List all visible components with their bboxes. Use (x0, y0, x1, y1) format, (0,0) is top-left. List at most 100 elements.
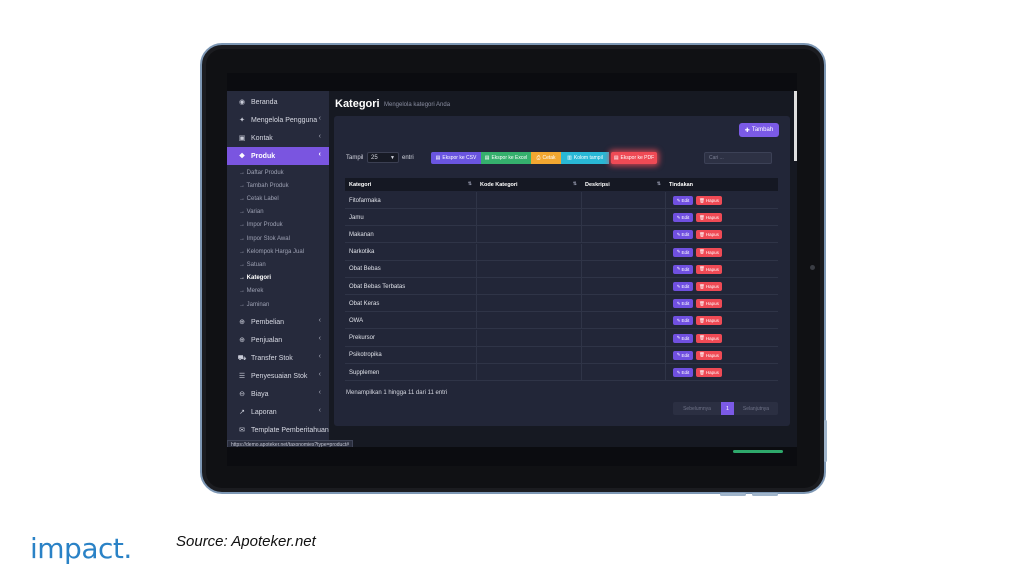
table-row: Obat Bebas Terbatas ✎ Edit 🗑 Hapus (345, 278, 778, 295)
delete-label: Hapus (705, 198, 719, 203)
edit-button[interactable]: ✎ Edit (673, 299, 693, 309)
pagination-next[interactable]: Selanjutnya (734, 402, 778, 415)
edit-button[interactable]: ✎ Edit (673, 350, 693, 360)
export-excel-label: Ekspor ke Excel (491, 155, 528, 161)
sidebar-item-biaya[interactable]: ⊖ Biaya ‹ (227, 385, 329, 403)
column-divider (581, 226, 582, 244)
export-pdf-label: Ekspor ke PDF (620, 155, 655, 161)
page-size-select[interactable]: 25 ▼ (367, 152, 399, 163)
sidebar-item-produk[interactable]: ❖ Produk ‹ (227, 147, 329, 165)
sidebar-subitem[interactable]: → Merek (227, 285, 329, 298)
trash-icon: 🗑 (699, 300, 705, 306)
delete-button[interactable]: 🗑 Hapus (696, 368, 722, 377)
sidebar-subitem[interactable]: → Varian (227, 206, 329, 219)
delete-button[interactable]: 🗑 Hapus (696, 316, 722, 326)
sidebar-subitem[interactable]: → Jaminan (227, 298, 329, 311)
delete-button[interactable]: 🗑 Hapus (696, 350, 722, 360)
export-pdf-button[interactable]: ▤ Ekspor ke PDF (611, 152, 657, 164)
column-header-description[interactable]: Deskripsi ⇅ (581, 178, 665, 191)
sidebar-subitem[interactable]: → Tambah Produk (227, 179, 329, 192)
sort-icon: ⇅ (572, 181, 577, 187)
table-row: Narkotika ✎ Edit 🗑 Hapus (345, 243, 778, 261)
sidebar-subitem[interactable]: → Kategori (227, 272, 329, 285)
sidebar-item-template-pemberitahuan[interactable]: ✉ Template Pemberitahuan (227, 421, 329, 439)
delete-button[interactable]: 🗑 Hapus (696, 333, 722, 343)
show-label: Tampil (346, 155, 364, 161)
column-header-code[interactable]: Kode Kategori ⇅ (476, 178, 581, 191)
category-name: Fitofarmaka (349, 197, 381, 204)
column-divider (581, 209, 582, 227)
edit-button[interactable]: ✎ Edit (673, 368, 693, 377)
edit-button[interactable]: ✎ Edit (673, 230, 693, 240)
delete-button[interactable]: 🗑 Hapus (696, 282, 722, 291)
sidebar-item-mengelola-pengguna[interactable]: ✦ Mengelola Pengguna ‹ (227, 111, 329, 129)
sidebar-subitem[interactable]: → Cetak Label (227, 192, 329, 205)
sidebar-item-beranda[interactable]: ◉ Beranda (227, 93, 329, 111)
column-header-label: Tindakan (669, 181, 694, 188)
sidebar-item-label: Penyesuaian Stok (251, 372, 308, 380)
trash-icon: 🗑 (699, 197, 705, 203)
column-divider (665, 364, 666, 381)
edit-button[interactable]: ✎ Edit (673, 282, 693, 291)
edit-button[interactable]: ✎ Edit (673, 247, 693, 257)
category-name: Obat Bebas Terbatas (349, 283, 406, 290)
export-csv-button[interactable]: ▤ Ekspor ke CSV (431, 152, 481, 164)
column-divider (665, 192, 666, 209)
sidebar-item-pembelian[interactable]: ⊕ Pembelian ‹ (227, 313, 329, 331)
edit-label: Edit (681, 215, 690, 221)
sidebar-item-transfer-stok[interactable]: ⛟ Transfer Stok ‹ (227, 349, 329, 367)
trash-icon: 🗑 (699, 352, 705, 358)
column-header-category[interactable]: Kategori ⇅ (345, 178, 476, 191)
sidebar-subitem[interactable]: → Impor Stok Awal (227, 232, 329, 245)
table-row: OWA ✎ Edit 🗑 Hapus (345, 312, 778, 330)
delete-button[interactable]: 🗑 Hapus (696, 196, 722, 205)
edit-button[interactable]: ✎ Edit (673, 316, 693, 326)
column-divider (581, 295, 582, 313)
delete-label: Hapus (705, 318, 719, 324)
sidebar-item-penjualan[interactable]: ⊕ Penjualan ‹ (227, 331, 329, 349)
delete-button[interactable]: 🗑 Hapus (696, 299, 722, 309)
column-divider (581, 346, 582, 364)
delete-button[interactable]: 🗑 Hapus (696, 247, 722, 257)
pagination-previous[interactable]: Sebelumnya (673, 402, 721, 415)
delete-label: Hapus (705, 335, 719, 341)
column-header-label: Kode Kategori (480, 181, 518, 188)
delete-button[interactable]: 🗑 Hapus (696, 213, 722, 223)
sidebar-subitem[interactable]: → Impor Produk (227, 219, 329, 232)
tablet-volume-button (720, 493, 746, 496)
search-input[interactable]: Cari ... (704, 152, 772, 164)
edit-button[interactable]: ✎ Edit (673, 213, 693, 223)
delete-label: Hapus (705, 284, 719, 289)
print-button[interactable]: ⎙ Cetak (531, 152, 561, 164)
sidebar: ◉ Beranda ✦ Mengelola Pengguna ‹ ▣ Kontak ‹ ❖ Pro… (227, 91, 329, 447)
source-caption: Source: Apoteker.net (176, 533, 316, 550)
edit-button[interactable]: ✎ Edit (673, 264, 693, 274)
edit-button[interactable]: ✎ Edit (673, 333, 693, 343)
edit-button[interactable]: ✎ Edit (673, 196, 693, 205)
dashboard-icon: ◉ (238, 99, 246, 106)
edit-label: Edit (681, 370, 690, 375)
sidebar-subitem[interactable]: → Satuan (227, 258, 329, 271)
column-divider (476, 329, 477, 347)
pagination-page-1[interactable]: 1 (721, 402, 734, 415)
delete-button[interactable]: 🗑 Hapus (696, 264, 722, 274)
column-divider (665, 278, 666, 295)
column-divider (665, 260, 666, 278)
delete-button[interactable]: 🗑 Hapus (696, 230, 722, 240)
category-name: Supplemen (349, 369, 380, 376)
column-divider (581, 192, 582, 209)
column-visibility-button[interactable]: ▥ Kolom tampil (561, 152, 609, 164)
column-divider (476, 260, 477, 278)
sidebar-item-laporan[interactable]: ↗ Laporan ‹ (227, 403, 329, 421)
cubes-icon: ❖ (238, 153, 246, 160)
plus-icon: ✚ (744, 127, 750, 134)
sidebar-item-kontak[interactable]: ▣ Kontak ‹ (227, 129, 329, 147)
trash-icon: 🗑 (699, 335, 705, 341)
scrollbar[interactable] (794, 91, 797, 161)
sidebar-item-penyesuaian-stok[interactable]: ☰ Penyesuaian Stok ‹ (227, 367, 329, 385)
sidebar-subitem[interactable]: → Kelompok Harga Jual (227, 245, 329, 258)
sidebar-subitem[interactable]: → Daftar Produk (227, 166, 329, 179)
add-button[interactable]: ✚ Tambah (739, 123, 779, 137)
export-excel-button[interactable]: ▤ Ekspor ke Excel (481, 152, 531, 164)
tablet-screen: ◉ Beranda ✦ Mengelola Pengguna ‹ ▣ Kontak ‹ ❖ Pro… (227, 73, 797, 466)
